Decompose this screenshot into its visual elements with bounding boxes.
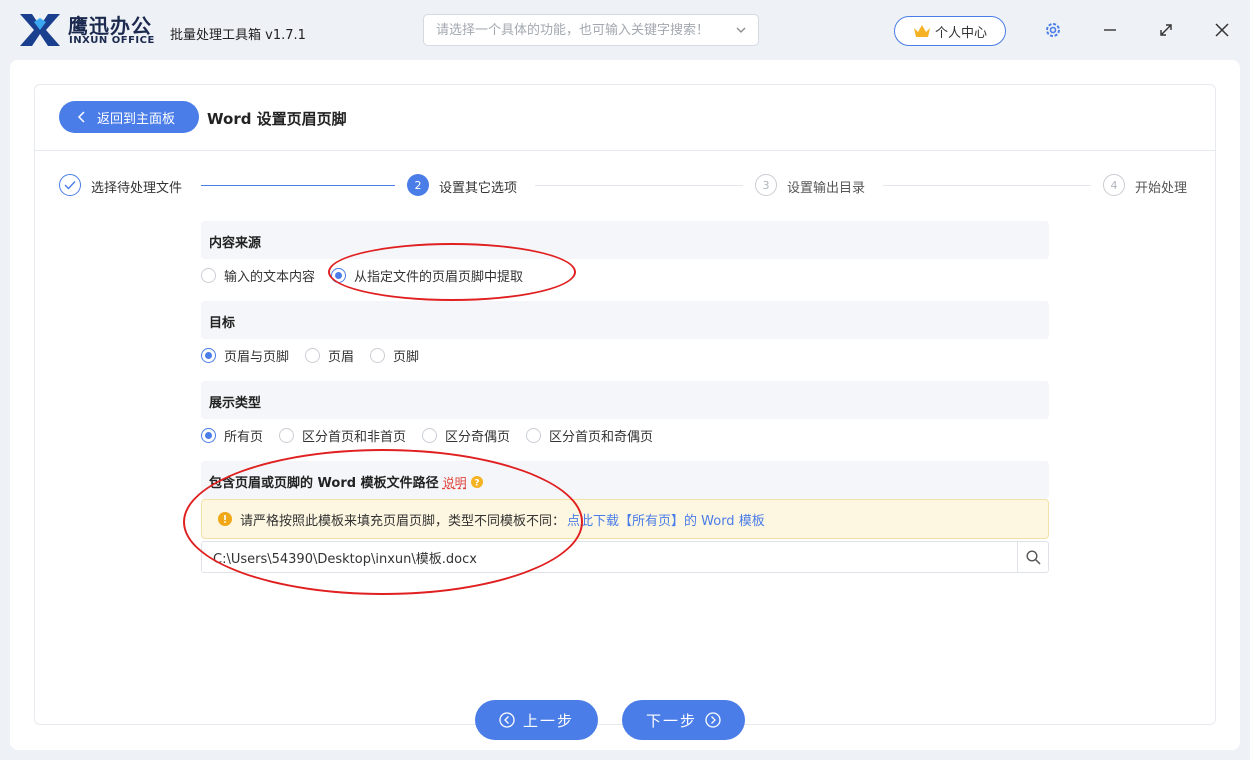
display-section-title: 展示类型 (209, 396, 262, 411)
step-2-label: 设置其它选项 (439, 181, 518, 196)
next-step-label: 下一步 (645, 711, 697, 730)
radio-label: 从指定文件的页眉页脚中提取 (354, 269, 524, 285)
step-3-circle: 3 (755, 174, 777, 196)
radio-target-header[interactable]: 页眉 (305, 346, 354, 365)
warning-icon (218, 512, 232, 526)
step-connector (535, 185, 743, 186)
display-options: 所有页 区分首页和非首页 区分奇偶页 区分首页和奇偶页 (201, 424, 669, 446)
prev-step-button[interactable]: 上一步 (475, 700, 598, 740)
function-search[interactable] (423, 14, 759, 46)
question-icon[interactable]: ? (471, 476, 484, 489)
step-connector (201, 185, 395, 186)
radio-indicator[interactable] (370, 347, 386, 363)
browse-button[interactable] (1017, 542, 1048, 572)
source-options: 输入的文本内容 从指定文件的页眉页脚中提取 (201, 264, 539, 286)
radio-label: 区分首页和奇偶页 (549, 429, 654, 445)
radio-label: 所有页 (224, 429, 264, 445)
chevron-left-circle-icon (499, 712, 515, 728)
template-warning: 请严格按照此模板来填充页眉页脚，类型不同模板不同： 点此下载【所有页】的 Wor… (201, 499, 1049, 539)
radio-indicator[interactable] (331, 267, 347, 283)
close-icon[interactable] (1212, 20, 1232, 40)
next-step-button[interactable]: 下一步 (622, 700, 745, 740)
radio-indicator[interactable] (526, 427, 542, 443)
template-section-title: 包含页眉或页脚的 Word 模板文件路径 说明 ? (209, 472, 484, 491)
radio-target-footer[interactable]: 页脚 (370, 346, 419, 365)
radio-source-text[interactable]: 输入的文本内容 (201, 266, 315, 285)
step-1-label: 选择待处理文件 (91, 181, 183, 196)
back-label: 返回到主面板 (97, 111, 176, 127)
inxun-logo-icon (20, 14, 60, 46)
radio-indicator[interactable] (279, 427, 295, 443)
target-section-header: 目标 (201, 301, 1049, 339)
maximize-icon[interactable] (1156, 20, 1176, 40)
step-4-label: 开始处理 (1135, 181, 1188, 196)
step-4-circle: 4 (1103, 174, 1125, 196)
chevron-right-circle-icon (705, 712, 721, 728)
target-options: 页眉与页脚 页眉 页脚 (201, 344, 435, 366)
user-center-label: 个人中心 (934, 25, 987, 41)
chevron-down-icon[interactable] (734, 23, 748, 37)
help-link[interactable]: 说明 (443, 476, 467, 490)
radio-target-both[interactable]: 页眉与页脚 (201, 346, 289, 365)
radio-source-file[interactable]: 从指定文件的页眉页脚中提取 (331, 266, 523, 285)
search-input[interactable] (424, 15, 724, 45)
radio-indicator[interactable] (422, 427, 438, 443)
prev-step-label: 上一步 (522, 711, 574, 730)
title-bar: 鹰迅办公 INXUN OFFICE 批量处理工具箱 v1.7.1 个人中心 (0, 0, 1250, 60)
step-connector (883, 185, 1091, 186)
radio-display-first[interactable]: 区分首页和非首页 (279, 426, 406, 445)
download-template-link[interactable]: 点此下载【所有页】的 Word 模板 (567, 510, 765, 529)
svg-text:?: ? (475, 479, 480, 489)
radio-display-all[interactable]: 所有页 (201, 426, 263, 445)
page-title: Word 设置页眉页脚 (207, 110, 347, 128)
warning-text: 请严格按照此模板来填充页眉页脚，类型不同模板不同： (240, 513, 566, 529)
check-icon (64, 181, 76, 190)
step-1-circle (59, 174, 81, 196)
radio-indicator[interactable] (201, 427, 216, 443)
divider (35, 150, 1215, 151)
display-section-header: 展示类型 (201, 381, 1049, 419)
radio-label: 区分首页和非首页 (302, 429, 407, 445)
radio-display-oddeven[interactable]: 区分奇偶页 (422, 426, 510, 445)
source-section-title: 内容来源 (209, 236, 262, 251)
radio-label: 区分奇偶页 (445, 429, 511, 445)
radio-indicator[interactable] (201, 347, 216, 363)
radio-indicator[interactable] (305, 347, 321, 363)
gear-icon[interactable] (1043, 20, 1063, 40)
radio-label: 页脚 (393, 349, 420, 365)
crown-icon (913, 25, 930, 37)
back-to-main-button[interactable]: 返回到主面板 (59, 101, 199, 133)
radio-display-first-oddeven[interactable]: 区分首页和奇偶页 (526, 426, 653, 445)
radio-label: 输入的文本内容 (224, 269, 316, 285)
template-path-field[interactable] (201, 541, 1049, 573)
step-2-circle: 2 (407, 174, 429, 196)
search-icon (1025, 549, 1041, 565)
app-title: 批量处理工具箱 v1.7.1 (170, 28, 306, 43)
radio-indicator[interactable] (201, 267, 216, 283)
template-section-header: 包含页眉或页脚的 Word 模板文件路径 说明 ? (201, 461, 1049, 499)
brand-name-en: INXUN OFFICE (69, 35, 155, 46)
chevron-left-icon (77, 111, 85, 123)
minimize-icon[interactable] (1100, 20, 1120, 40)
template-title-text: 包含页眉或页脚的 Word 模板文件路径 (209, 476, 439, 491)
radio-label: 页眉与页脚 (224, 349, 290, 365)
source-section-header: 内容来源 (201, 221, 1049, 259)
step-3-label: 设置输出目录 (787, 181, 866, 196)
template-path-input[interactable] (202, 542, 1017, 572)
radio-label: 页眉 (328, 349, 355, 365)
user-center-button[interactable]: 个人中心 (894, 16, 1006, 46)
target-section-title: 目标 (209, 316, 236, 331)
